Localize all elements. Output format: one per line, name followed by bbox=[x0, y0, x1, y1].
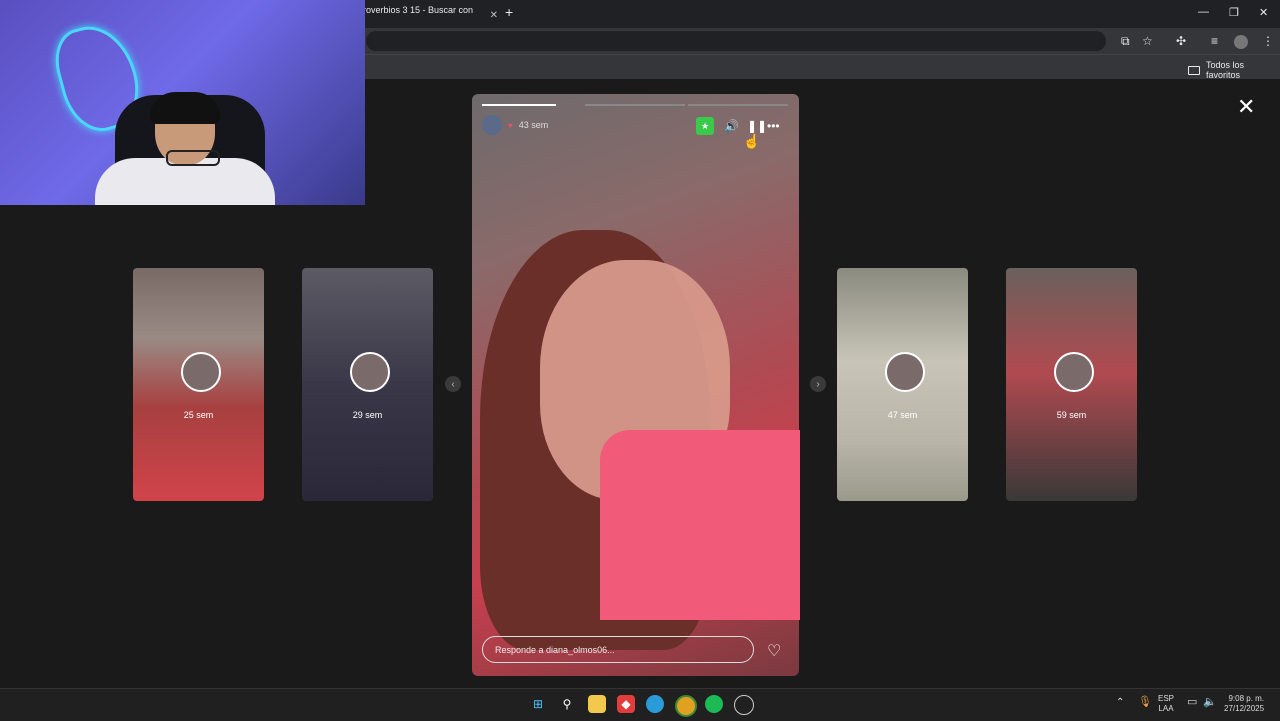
install-icon[interactable]: ⧉ bbox=[1121, 34, 1130, 49]
speaker-icon[interactable]: 🔈 bbox=[1203, 697, 1217, 708]
avatar bbox=[884, 352, 925, 392]
minimize-button[interactable]: — bbox=[1198, 6, 1209, 18]
progress-segment bbox=[688, 104, 788, 106]
person-cap bbox=[150, 92, 220, 124]
avatar bbox=[1053, 352, 1094, 392]
lang-bottom: LAA bbox=[1158, 704, 1174, 713]
obs-icon[interactable] bbox=[734, 695, 754, 715]
maximize-button[interactable]: ❐ bbox=[1229, 6, 1239, 19]
avatar bbox=[180, 352, 221, 392]
network-icon[interactable]: ▭ bbox=[1187, 697, 1197, 708]
story-top bbox=[600, 430, 800, 620]
mouse-cursor-icon: ☝ bbox=[743, 133, 761, 149]
microphone-icon[interactable]: 🎙 bbox=[1138, 697, 1152, 708]
bookmark-star-icon[interactable]: ☆ bbox=[1142, 34, 1153, 48]
clock-date: 27/12/2025 bbox=[1224, 704, 1265, 713]
tab-close-icon[interactable]: ✕ bbox=[490, 10, 498, 21]
media-icon[interactable]: ≡ bbox=[1211, 34, 1218, 48]
next-story-button[interactable]: › bbox=[810, 376, 826, 392]
close-friends-icon: ★ bbox=[696, 117, 714, 135]
progress-segment bbox=[482, 104, 556, 106]
clock-time: 9:08 p. m. bbox=[1228, 694, 1265, 703]
story-card-time: 59 sem bbox=[1056, 410, 1087, 420]
story-card[interactable]: 47 sem bbox=[837, 268, 968, 501]
language-indicator[interactable]: ESP LAA bbox=[1158, 694, 1174, 714]
tray-chevron-icon[interactable]: ⌃ bbox=[1116, 698, 1124, 708]
edge-icon[interactable] bbox=[646, 695, 664, 713]
progress-segment bbox=[585, 104, 685, 106]
window-close-button[interactable]: ✕ bbox=[1259, 6, 1268, 19]
extensions-icon[interactable]: ✣ bbox=[1176, 34, 1186, 48]
story-card[interactable]: 29 sem bbox=[302, 268, 433, 501]
tab-search[interactable]: proverbios 3 15 - Buscar con G ✕ bbox=[358, 4, 498, 26]
avatar[interactable] bbox=[482, 115, 502, 135]
story-header: ♥ 43 sem bbox=[482, 115, 548, 135]
all-bookmarks-folder[interactable]: Todos los favoritos bbox=[1188, 60, 1280, 80]
search-icon[interactable]: ⚲ bbox=[558, 695, 576, 713]
profile-avatar[interactable] bbox=[1234, 35, 1248, 49]
folder-icon bbox=[1188, 65, 1200, 75]
story-card-time: 25 sem bbox=[183, 410, 214, 420]
file-explorer-icon[interactable] bbox=[588, 695, 606, 713]
story-card[interactable]: 25 sem bbox=[133, 268, 264, 501]
volume-icon[interactable]: 🔊 bbox=[724, 119, 739, 133]
story-card[interactable]: 59 sem bbox=[1006, 268, 1137, 501]
spotify-icon[interactable] bbox=[705, 695, 723, 713]
pause-icon[interactable]: ❚❚ bbox=[747, 119, 767, 133]
app-icon[interactable]: ◆ bbox=[617, 695, 635, 713]
reply-input[interactable]: Responde a diana_olmos06... bbox=[482, 636, 754, 663]
avatar bbox=[349, 352, 390, 392]
bookmark-folder-label: Todos los favoritos bbox=[1205, 60, 1244, 80]
lang-top: ESP bbox=[1158, 694, 1175, 703]
story-time: 43 sem bbox=[518, 120, 549, 130]
new-tab-button[interactable]: + bbox=[505, 4, 513, 20]
prev-story-button[interactable]: ‹ bbox=[445, 376, 461, 392]
start-icon[interactable]: ⊞ bbox=[529, 695, 547, 713]
story-card-time: 29 sem bbox=[352, 410, 383, 420]
heart-icon: ♥ bbox=[508, 120, 513, 130]
webcam-overlay bbox=[0, 0, 365, 205]
chrome-icon[interactable] bbox=[675, 695, 697, 717]
close-viewer-icon[interactable]: ✕ bbox=[1237, 94, 1255, 120]
clock[interactable]: 9:08 p. m. 27/12/2025 bbox=[1224, 694, 1264, 714]
menu-icon[interactable]: ⋮ bbox=[1262, 34, 1274, 48]
story-card-time: 47 sem bbox=[887, 410, 918, 420]
more-options-icon[interactable]: ••• bbox=[767, 119, 780, 133]
tab-title: proverbios 3 15 - Buscar con G bbox=[358, 5, 474, 25]
person-glasses bbox=[166, 150, 220, 166]
taskbar bbox=[0, 688, 1280, 721]
address-bar[interactable] bbox=[366, 31, 1106, 51]
like-heart-icon[interactable]: ♡ bbox=[767, 641, 781, 661]
